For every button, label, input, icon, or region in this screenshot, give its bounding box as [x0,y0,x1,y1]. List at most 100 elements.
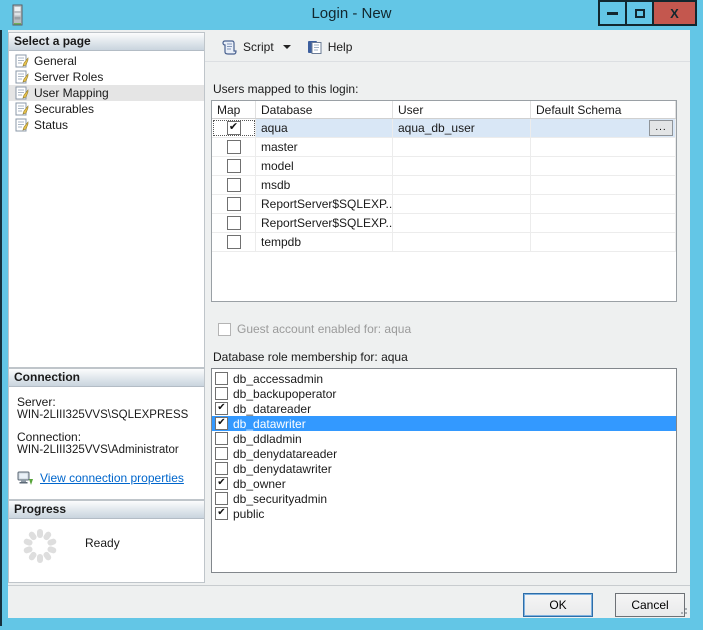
role-list-item[interactable]: ✔ db_backupoperator [212,386,676,401]
role-checkbox[interactable]: ✔ [215,507,228,520]
role-list-item[interactable]: ✔ db_ddladmin [212,431,676,446]
connection-properties-icon [17,471,34,486]
table-row[interactable]: ✔ ReportServer$SQLEXP... [212,214,676,233]
role-name: db_datareader [233,402,311,416]
user-cell[interactable] [393,157,531,175]
role-checkbox[interactable]: ✔ [215,387,228,400]
default-schema-cell[interactable] [531,233,676,251]
user-cell[interactable] [393,176,531,194]
role-checkbox[interactable]: ✔ [215,447,228,460]
footer: OK Cancel [8,586,690,618]
page-list: General Server Roles [9,51,204,133]
title-bar[interactable]: Login - New X [0,0,703,30]
sidebar-page-item[interactable]: General [9,53,204,69]
role-list-item[interactable]: ✔ db_datareader [212,401,676,416]
role-checkbox[interactable]: ✔ [215,402,228,415]
database-cell[interactable]: master [256,138,393,156]
table-row[interactable]: ✔ tempdb [212,233,676,252]
default-schema-cell[interactable]: ... [531,119,676,137]
column-header-map[interactable]: Map [212,101,256,118]
default-schema-cell[interactable] [531,157,676,175]
role-name: db_datawriter [233,417,306,431]
resize-grip[interactable] [679,608,687,616]
browse-default-schema-button[interactable]: ... [649,120,673,136]
role-list-item[interactable]: ✔ db_accessadmin [212,371,676,386]
table-row[interactable]: ✔ ReportServer$SQLEXP... [212,195,676,214]
default-schema-cell[interactable] [531,195,676,213]
role-list-item[interactable]: ✔ db_owner [212,476,676,491]
database-role-list: ✔ db_accessadmin ✔ db_backupoperator ✔ d… [211,368,677,573]
map-checkbox[interactable]: ✔ [227,121,241,135]
view-connection-properties-link[interactable]: View connection properties [40,472,184,485]
role-list-item[interactable]: ✔ db_denydatawriter [212,461,676,476]
cancel-button[interactable]: Cancel [615,593,685,617]
progress-header: Progress [9,501,204,519]
server-value: WIN-2LIII325VVS\SQLEXPRESS [17,409,196,422]
role-checkbox[interactable]: ✔ [215,462,228,475]
guest-account-label: Guest account enabled for: aqua [237,322,411,336]
role-checkbox[interactable]: ✔ [215,417,228,430]
select-page-panel: Select a page General [8,32,205,368]
role-checkbox[interactable]: ✔ [215,477,228,490]
help-button[interactable]: Help [299,35,361,59]
users-mapped-label: Users mapped to this login: [213,82,358,96]
role-checkbox[interactable]: ✔ [215,492,228,505]
page-item-label: General [34,54,77,68]
role-list-item[interactable]: ✔ public [212,506,676,521]
role-name: db_denydatareader [233,447,337,461]
connection-value: WIN-2LIII325VVS\Administrator [17,444,196,457]
role-checkbox[interactable]: ✔ [215,432,228,445]
default-schema-cell[interactable] [531,138,676,156]
sidebar-page-item[interactable]: Securables [9,101,204,117]
role-list-item[interactable]: ✔ db_denydatareader [212,446,676,461]
map-checkbox[interactable]: ✔ [227,140,241,154]
sidebar-page-item[interactable]: Status [9,117,204,133]
map-checkbox[interactable]: ✔ [227,216,241,230]
table-row[interactable]: ✔ aqua aqua_db_user ... [212,119,676,138]
table-row[interactable]: ✔ model [212,157,676,176]
role-membership-label: Database role membership for: aqua [213,350,408,364]
ok-button[interactable]: OK [523,593,593,617]
user-cell[interactable]: aqua_db_user [393,119,531,137]
user-cell[interactable] [393,138,531,156]
column-header-user[interactable]: User [393,101,531,118]
table-row[interactable]: ✔ msdb [212,176,676,195]
map-checkbox[interactable]: ✔ [227,235,241,249]
sidebar-page-item[interactable]: User Mapping [9,85,204,101]
default-schema-cell[interactable] [531,176,676,194]
map-checkbox[interactable]: ✔ [227,178,241,192]
progress-status: Ready [85,536,120,550]
user-cell[interactable] [393,214,531,232]
table-row[interactable]: ✔ master [212,138,676,157]
database-cell[interactable]: ReportServer$SQLEXP... [256,214,393,232]
sidebar-page-item[interactable]: Server Roles [9,69,204,85]
database-cell[interactable]: ReportServer$SQLEXP... [256,195,393,213]
database-cell[interactable]: model [256,157,393,175]
role-list-item[interactable]: ✔ db_datawriter [212,416,676,431]
progress-panel: Progress Ready [8,500,205,583]
script-button-label: Script [243,40,274,54]
role-list-item[interactable]: ✔ db_securityadmin [212,491,676,506]
page-item-label: Securables [34,102,94,116]
minimize-button[interactable] [598,0,627,26]
column-header-database[interactable]: Database [256,101,393,118]
default-schema-cell[interactable] [531,214,676,232]
user-cell[interactable] [393,195,531,213]
guest-account-row: Guest account enabled for: aqua [218,322,411,336]
map-checkbox[interactable]: ✔ [227,159,241,173]
user-cell[interactable] [393,233,531,251]
maximize-button[interactable] [625,0,654,26]
page-item-label: Status [34,118,68,132]
column-header-default-schema[interactable]: Default Schema [531,101,676,118]
page-icon [15,70,29,84]
script-button[interactable]: Script [213,35,299,59]
database-cell[interactable]: msdb [256,176,393,194]
close-button[interactable]: X [652,0,697,26]
role-checkbox[interactable]: ✔ [215,372,228,385]
map-checkbox[interactable]: ✔ [227,197,241,211]
database-cell[interactable]: tempdb [256,233,393,251]
connection-panel: Connection Server: WIN-2LIII325VVS\SQLEX… [8,368,205,500]
page-icon [15,102,29,116]
database-cell[interactable]: aqua [256,119,393,137]
progress-spinner-icon [23,529,57,563]
